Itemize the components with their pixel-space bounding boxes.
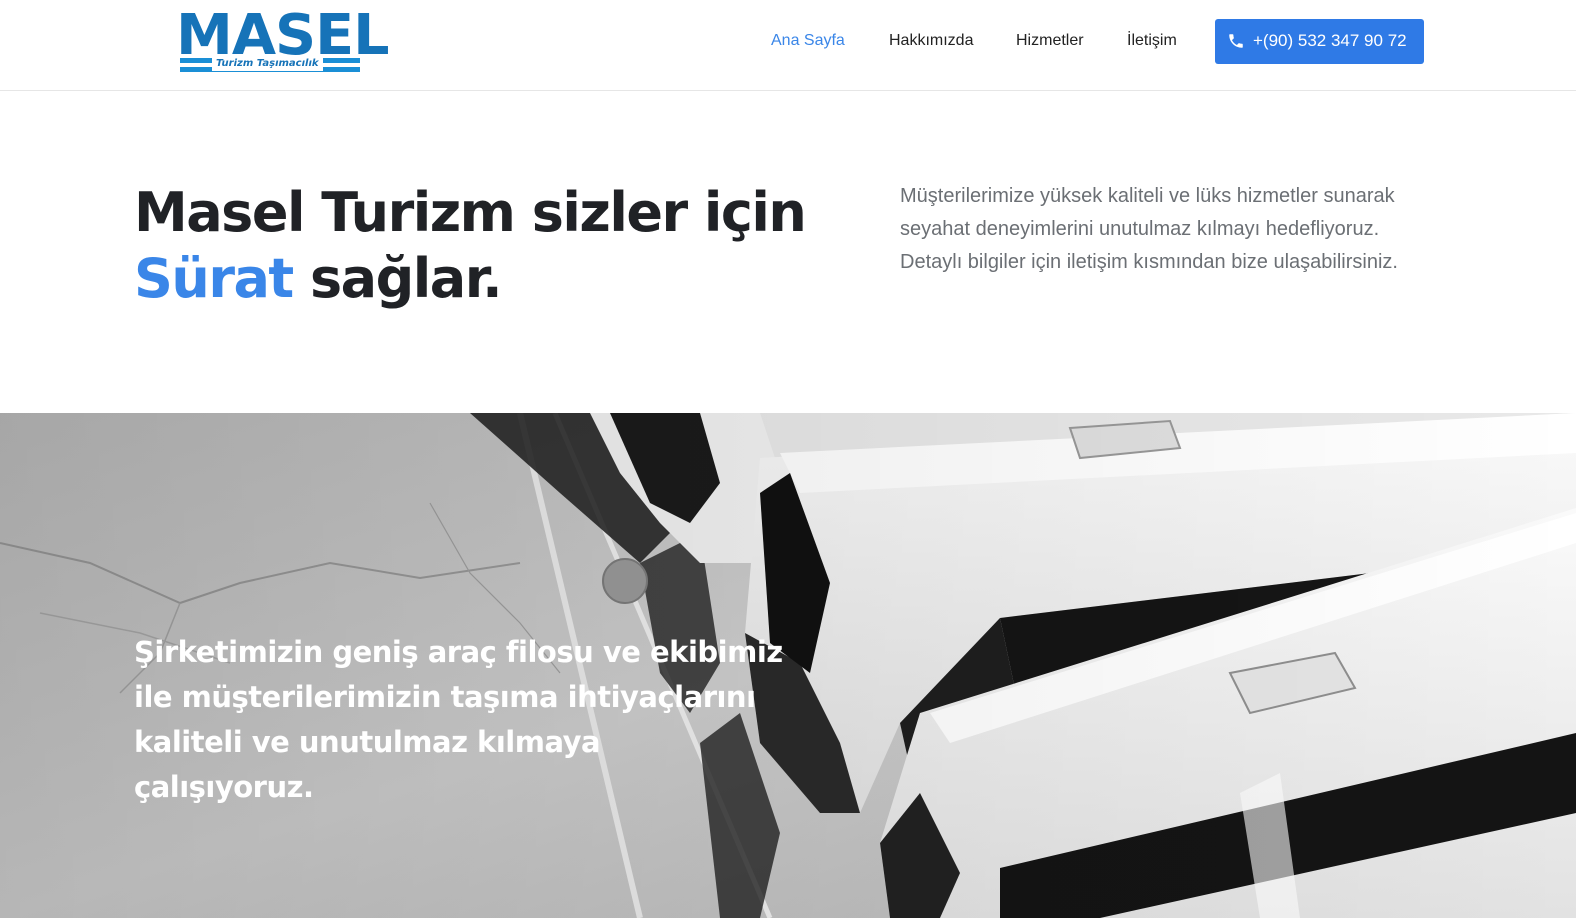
- phone-call-button[interactable]: +(90) 532 347 90 72: [1215, 19, 1424, 64]
- brand-logo[interactable]: MASEL Turizm Taşımacılık: [176, 8, 390, 74]
- logo-tagline: Turizm Taşımacılık: [212, 57, 323, 71]
- nav-item-services[interactable]: Hizmetler: [1016, 30, 1084, 52]
- hero-title: Masel Turizm sizler için Sürat sağlar.: [134, 180, 834, 312]
- fleet-overlay-text: Şirketimizin geniş araç filosu ve ekibim…: [134, 635, 783, 804]
- hero-description: Müşterilerimize yüksek kaliteli ve lüks …: [900, 185, 1398, 273]
- logo-wordmark: MASEL: [176, 3, 390, 68]
- site-header: MASEL Turizm Taşımacılık Ana Sayfa Hakkı…: [0, 0, 1576, 91]
- nav-item-about[interactable]: Hakkımızda: [889, 30, 973, 52]
- hero-title-rest: sağlar.: [292, 247, 503, 310]
- phone-icon: [1227, 32, 1245, 50]
- nav-item-contact[interactable]: İletişim: [1127, 30, 1177, 52]
- hero-title-accent: Sürat: [134, 247, 294, 310]
- phone-number: +(90) 532 347 90 72: [1253, 31, 1407, 50]
- nav-item-home[interactable]: Ana Sayfa: [771, 30, 845, 52]
- hero-title-line1: Masel Turizm sizler için: [134, 181, 807, 244]
